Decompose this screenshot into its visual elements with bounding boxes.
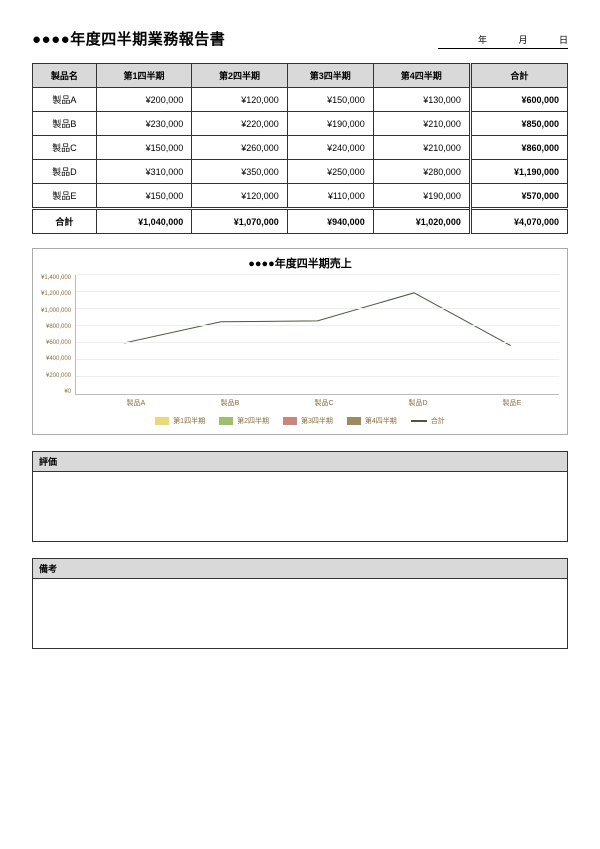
- legend-item: 第3四半期: [283, 416, 333, 426]
- notes-section: 備考: [32, 558, 568, 649]
- table-row: 製品D¥310,000¥350,000¥250,000¥280,000¥1,19…: [33, 160, 568, 184]
- table-footer: 合計 ¥1,040,000 ¥1,070,000 ¥940,000 ¥1,020…: [33, 209, 568, 234]
- chart-plot: [75, 275, 559, 395]
- evaluation-header: 評価: [32, 451, 568, 472]
- date-field: 年 月 日: [438, 33, 568, 49]
- page-title: ●●●●年度四半期業務報告書: [32, 28, 225, 49]
- col-q2: 第2四半期: [192, 64, 288, 88]
- legend-item: 合計: [411, 416, 445, 426]
- col-q4: 第4四半期: [373, 64, 470, 88]
- quarterly-table: 製品名 第1四半期 第2四半期 第3四半期 第4四半期 合計 製品A¥200,0…: [32, 63, 568, 234]
- table-row: 製品B¥230,000¥220,000¥190,000¥210,000¥850,…: [33, 112, 568, 136]
- notes-body[interactable]: [32, 579, 568, 649]
- table-row: 製品A¥200,000¥120,000¥150,000¥130,000¥600,…: [33, 88, 568, 112]
- evaluation-section: 評価: [32, 451, 568, 542]
- table-row: 製品E¥150,000¥120,000¥110,000¥190,000¥570,…: [33, 184, 568, 209]
- notes-header: 備考: [32, 558, 568, 579]
- chart-title: ●●●●年度四半期売上: [41, 255, 559, 271]
- legend-item: 第4四半期: [347, 416, 397, 426]
- chart-yaxis: ¥0¥200,000¥400,000¥600,000¥800,000¥1,000…: [41, 275, 75, 395]
- evaluation-body[interactable]: [32, 472, 568, 542]
- chart-legend: 第1四半期 第2四半期 第3四半期 第4四半期 合計: [41, 416, 559, 426]
- col-q3: 第3四半期: [287, 64, 373, 88]
- chart-panel: ●●●●年度四半期売上 ¥0¥200,000¥400,000¥600,000¥8…: [32, 248, 568, 435]
- col-product: 製品名: [33, 64, 97, 88]
- table-row: 製品C¥150,000¥260,000¥240,000¥210,000¥860,…: [33, 136, 568, 160]
- legend-item: 第1四半期: [155, 416, 205, 426]
- legend-item: 第2四半期: [219, 416, 269, 426]
- col-q1: 第1四半期: [96, 64, 192, 88]
- chart-xaxis: 製品A製品B製品C製品D製品E: [89, 395, 559, 408]
- col-total: 合計: [470, 64, 567, 88]
